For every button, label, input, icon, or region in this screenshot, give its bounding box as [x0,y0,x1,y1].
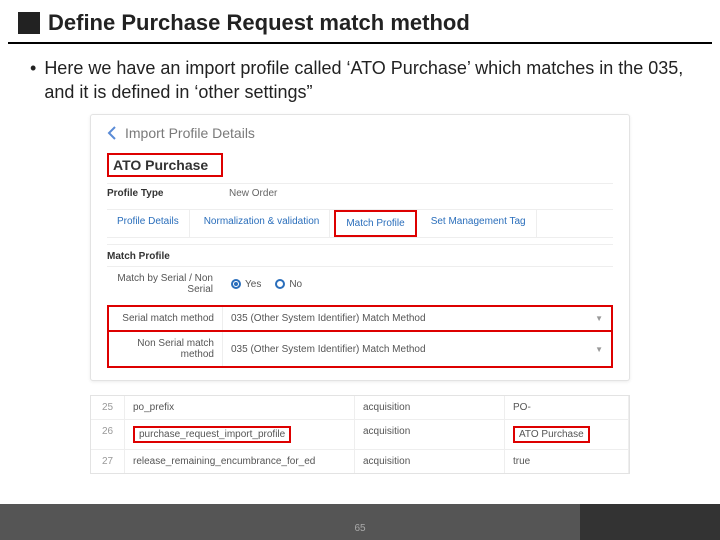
bullet-dot-icon: • [30,56,36,80]
title-divider [8,42,712,44]
footer-right [580,504,720,540]
chevron-down-icon: ▼ [595,345,603,354]
value-highlight: ATO Purchase [513,426,590,443]
back-link-label: Import Profile Details [125,125,255,141]
chevron-down-icon: ▼ [595,314,603,323]
table-row: 26 purchase_request_import_profile acqui… [91,419,629,449]
match-by-serial-label: Match by Serial / Non Serial [107,273,217,295]
radio-no-label: No [289,279,302,290]
footer-left [0,504,580,540]
profile-type-value: New Order [229,188,277,199]
key-highlight: purchase_request_import_profile [133,426,291,443]
match-by-serial-row: Match by Serial / Non Serial Yes No [107,266,613,301]
tab-set-management[interactable]: Set Management Tag [421,210,537,237]
cell-module: acquisition [355,396,505,419]
cell-value: PO- [505,396,629,419]
profile-name: ATO Purchase [113,157,208,173]
footer: 65 [0,504,720,540]
page-title: Define Purchase Request match method [48,10,470,36]
body-bullet: • Here we have an import profile called … [0,52,720,114]
nonserial-match-method-select[interactable]: 035 (Other System Identifier) Match Meth… [223,332,611,366]
profile-tabs: Profile Details Normalization & validati… [107,209,613,238]
bullet-text: Here we have an import profile called ‘A… [44,56,690,104]
cell-key: purchase_request_import_profile [125,419,355,449]
profile-type-row: Profile Type New Order [107,183,613,203]
cell-module: acquisition [355,419,505,449]
match-profile-section-label: Match Profile [107,244,613,266]
tab-normalization[interactable]: Normalization & validation [194,210,331,237]
radio-yes-dot-icon [231,279,241,289]
cell-key: po_prefix [125,396,355,419]
cell-index: 26 [91,419,125,449]
radio-yes-label: Yes [245,279,261,290]
serial-match-method-value: 035 (Other System Identifier) Match Meth… [231,313,426,324]
other-settings-table: 25 po_prefix acquisition PO- 26 purchase… [90,395,630,474]
chevron-left-icon [107,126,117,140]
tab-profile-details[interactable]: Profile Details [107,210,190,237]
cell-index: 25 [91,396,125,419]
cell-module: acquisition [355,449,505,473]
serial-match-method-select[interactable]: 035 (Other System Identifier) Match Meth… [223,307,611,330]
cell-index: 27 [91,449,125,473]
profile-type-label: Profile Type [107,188,179,199]
nonserial-match-method-value: 035 (Other System Identifier) Match Meth… [231,344,426,355]
radio-no[interactable]: No [275,279,302,290]
radio-yes[interactable]: Yes [231,279,261,290]
cell-key: release_remaining_encumbrance_for_ed [125,449,355,473]
serial-match-method-label: Serial match method [109,307,223,330]
table-row: 25 po_prefix acquisition PO- [91,396,629,419]
profile-name-highlight: ATO Purchase [107,153,223,177]
back-link[interactable]: Import Profile Details [107,125,613,141]
nonserial-match-method-label: Non Serial match method [109,332,223,366]
radio-no-dot-icon [275,279,285,289]
serial-match-method-row: Serial match method 035 (Other System Id… [107,305,613,332]
import-profile-panel: Import Profile Details ATO Purchase Prof… [90,114,630,381]
nonserial-match-method-row: Non Serial match method 035 (Other Syste… [107,330,613,368]
cell-value: ATO Purchase [505,419,629,449]
page-number: 65 [354,523,365,534]
cell-value: true [505,449,629,473]
title-accent-block [18,12,40,34]
tab-match-profile[interactable]: Match Profile [334,210,416,237]
table-row: 27 release_remaining_encumbrance_for_ed … [91,449,629,473]
